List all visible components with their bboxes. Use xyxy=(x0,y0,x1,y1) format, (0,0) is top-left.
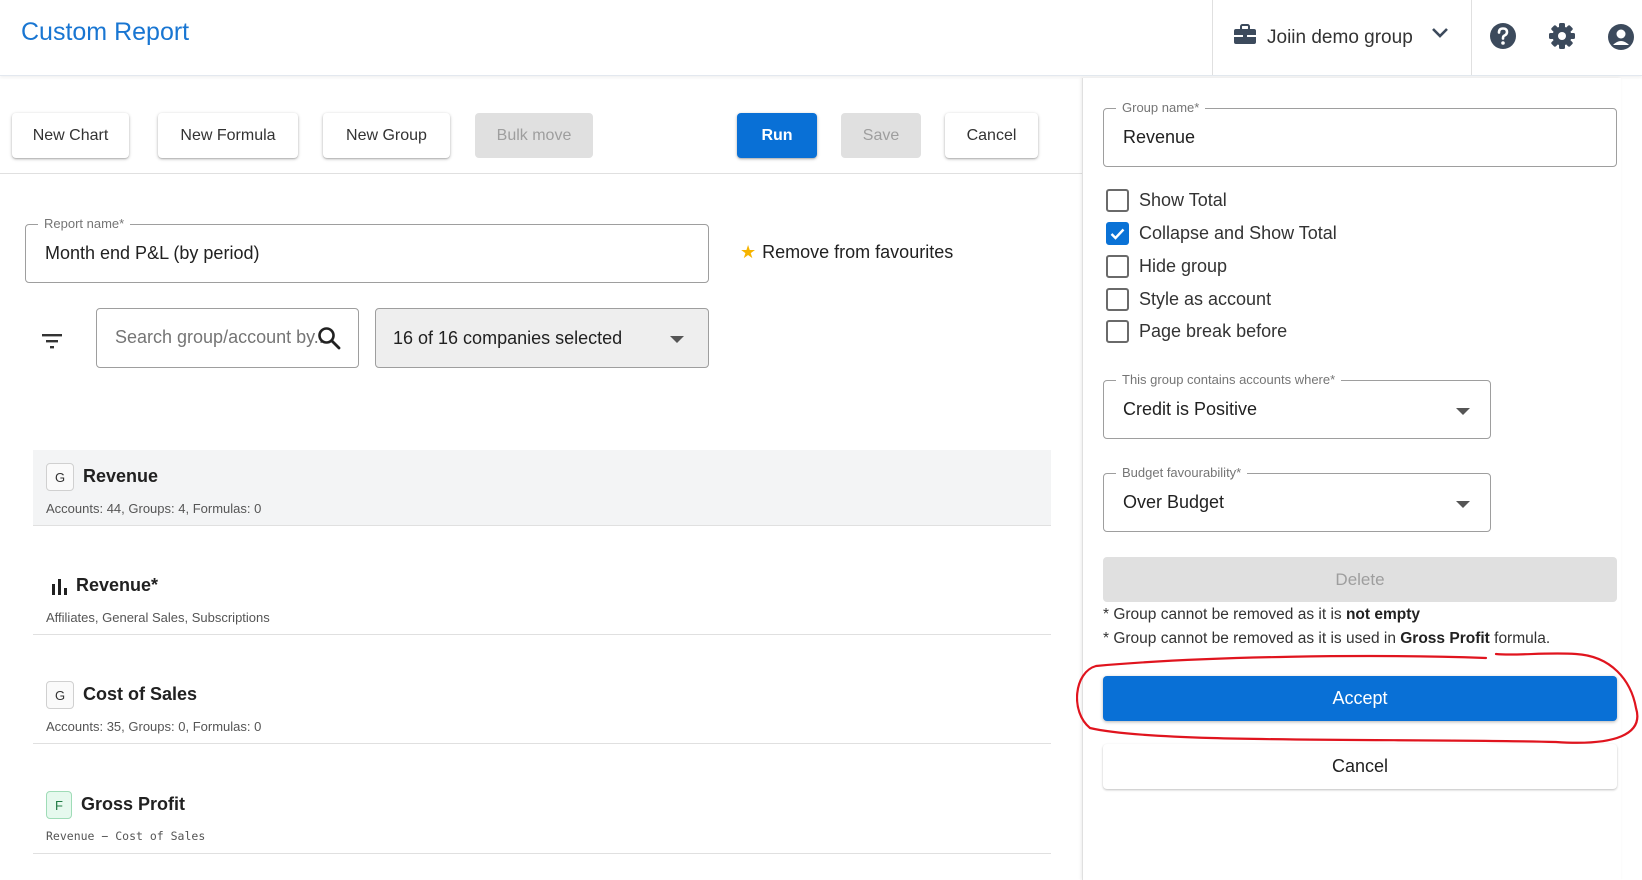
collapse-show-total-checkbox[interactable]: Collapse and Show Total xyxy=(1106,222,1337,245)
checkbox-unchecked-icon[interactable] xyxy=(1106,255,1129,278)
formula-badge: F xyxy=(46,791,72,819)
group-badge: G xyxy=(46,681,74,709)
group-name-field[interactable]: Group name* Revenue xyxy=(1103,100,1617,167)
group-selector-label: Joiin demo group xyxy=(1267,26,1413,48)
filter-icon[interactable] xyxy=(41,333,63,354)
delete-note-not-empty: * Group cannot be removed as it is not e… xyxy=(1103,606,1421,623)
show-total-checkbox[interactable]: Show Total xyxy=(1106,189,1227,212)
bulk-move-button[interactable]: Bulk move xyxy=(475,113,593,158)
checkbox-label: Collapse and Show Total xyxy=(1139,223,1337,243)
group-name-label: Group name* xyxy=(1116,100,1206,115)
checkbox-unchecked-icon[interactable] xyxy=(1106,189,1129,212)
hide-group-checkbox[interactable]: Hide group xyxy=(1106,255,1227,278)
checkbox-unchecked-icon[interactable] xyxy=(1106,320,1129,343)
checkbox-label: Page break before xyxy=(1139,321,1288,341)
budget-favourability-value: Over Budget xyxy=(1123,492,1225,512)
remove-favourite-link[interactable]: ★ Remove from favourites xyxy=(740,242,953,263)
report-name-value: Month end P&L (by period) xyxy=(45,243,260,263)
delete-note-used-in-formula: * Group cannot be removed as it is used … xyxy=(1103,630,1551,647)
checkbox-label: Hide group xyxy=(1139,256,1228,276)
checkbox-label: Show Total xyxy=(1139,190,1227,210)
briefcase-icon xyxy=(1233,24,1257,51)
run-button[interactable]: Run xyxy=(737,113,817,158)
delete-button[interactable]: Delete xyxy=(1103,557,1617,602)
user-account-icon[interactable] xyxy=(1606,22,1636,52)
gear-icon[interactable] xyxy=(1548,22,1576,55)
style-as-account-checkbox[interactable]: Style as account xyxy=(1106,288,1271,311)
page-title: Custom Report xyxy=(21,18,190,46)
group-badge: G xyxy=(46,463,74,491)
help-icon[interactable] xyxy=(1489,22,1517,55)
new-group-button[interactable]: New Group xyxy=(323,113,450,158)
contains-accounts-value: Credit is Positive xyxy=(1123,399,1258,419)
dropdown-arrow-icon xyxy=(1456,408,1470,415)
row-subtitle: Affiliates, General Sales, Subscriptions xyxy=(46,610,270,625)
chevron-down-icon xyxy=(1431,26,1449,44)
row-subtitle: Accounts: 44, Groups: 4, Formulas: 0 xyxy=(46,501,262,516)
list-item[interactable]: G Cost of Sales Accounts: 35, Groups: 0,… xyxy=(33,668,1051,744)
top-bar: Custom Report Joiin demo group xyxy=(0,0,1642,76)
search-field[interactable] xyxy=(96,308,359,368)
checkbox-unchecked-icon[interactable] xyxy=(1106,288,1129,311)
list-item[interactable]: Revenue* Affiliates, General Sales, Subs… xyxy=(33,559,1051,635)
row-title: Gross Profit xyxy=(81,794,186,814)
search-input[interactable] xyxy=(115,327,325,348)
contains-accounts-label: This group contains accounts where* xyxy=(1116,372,1342,387)
row-subtitle: Revenue − Cost of Sales xyxy=(46,829,206,843)
favourite-label: Remove from favourites xyxy=(762,242,954,262)
cancel-button[interactable]: Cancel xyxy=(945,113,1038,158)
companies-select-value: 16 of 16 companies selected xyxy=(393,328,623,348)
new-chart-button[interactable]: New Chart xyxy=(12,113,129,158)
companies-select[interactable]: 16 of 16 companies selected xyxy=(375,308,709,368)
dropdown-arrow-icon xyxy=(1456,501,1470,508)
list-item[interactable]: F Gross Profit Revenue − Cost of Sales xyxy=(33,778,1051,854)
group-selector[interactable]: Joiin demo group xyxy=(1212,0,1472,75)
budget-favourability-select[interactable]: Budget favourability* Over Budget xyxy=(1103,465,1491,532)
save-button[interactable]: Save xyxy=(841,113,921,158)
page-break-before-checkbox[interactable]: Page break before xyxy=(1106,320,1287,343)
checkbox-checked-icon[interactable] xyxy=(1106,222,1129,245)
budget-favourability-label: Budget favourability* xyxy=(1116,465,1248,480)
row-title: Cost of Sales xyxy=(83,684,198,704)
list-item[interactable]: G Revenue Accounts: 44, Groups: 4, Formu… xyxy=(33,450,1051,526)
panel-cancel-button[interactable]: Cancel xyxy=(1103,744,1617,789)
search-icon[interactable] xyxy=(317,326,341,355)
row-subtitle: Accounts: 35, Groups: 0, Formulas: 0 xyxy=(46,719,262,734)
contains-accounts-select[interactable]: This group contains accounts where* Cred… xyxy=(1103,372,1491,439)
new-formula-button[interactable]: New Formula xyxy=(158,113,298,158)
dropdown-arrow-icon xyxy=(670,336,684,343)
row-title: Revenue* xyxy=(76,575,159,595)
star-icon: ★ xyxy=(740,242,757,262)
toolbar-divider xyxy=(0,173,1082,174)
report-name-label: Report name* xyxy=(38,216,131,231)
checkbox-label: Style as account xyxy=(1139,289,1272,309)
group-name-value: Revenue xyxy=(1123,127,1196,147)
bar-chart-icon xyxy=(51,579,69,600)
row-title: Revenue xyxy=(83,466,159,486)
report-name-field[interactable]: Report name* Month end P&L (by period) xyxy=(25,216,709,283)
accept-button[interactable]: Accept xyxy=(1103,676,1617,721)
